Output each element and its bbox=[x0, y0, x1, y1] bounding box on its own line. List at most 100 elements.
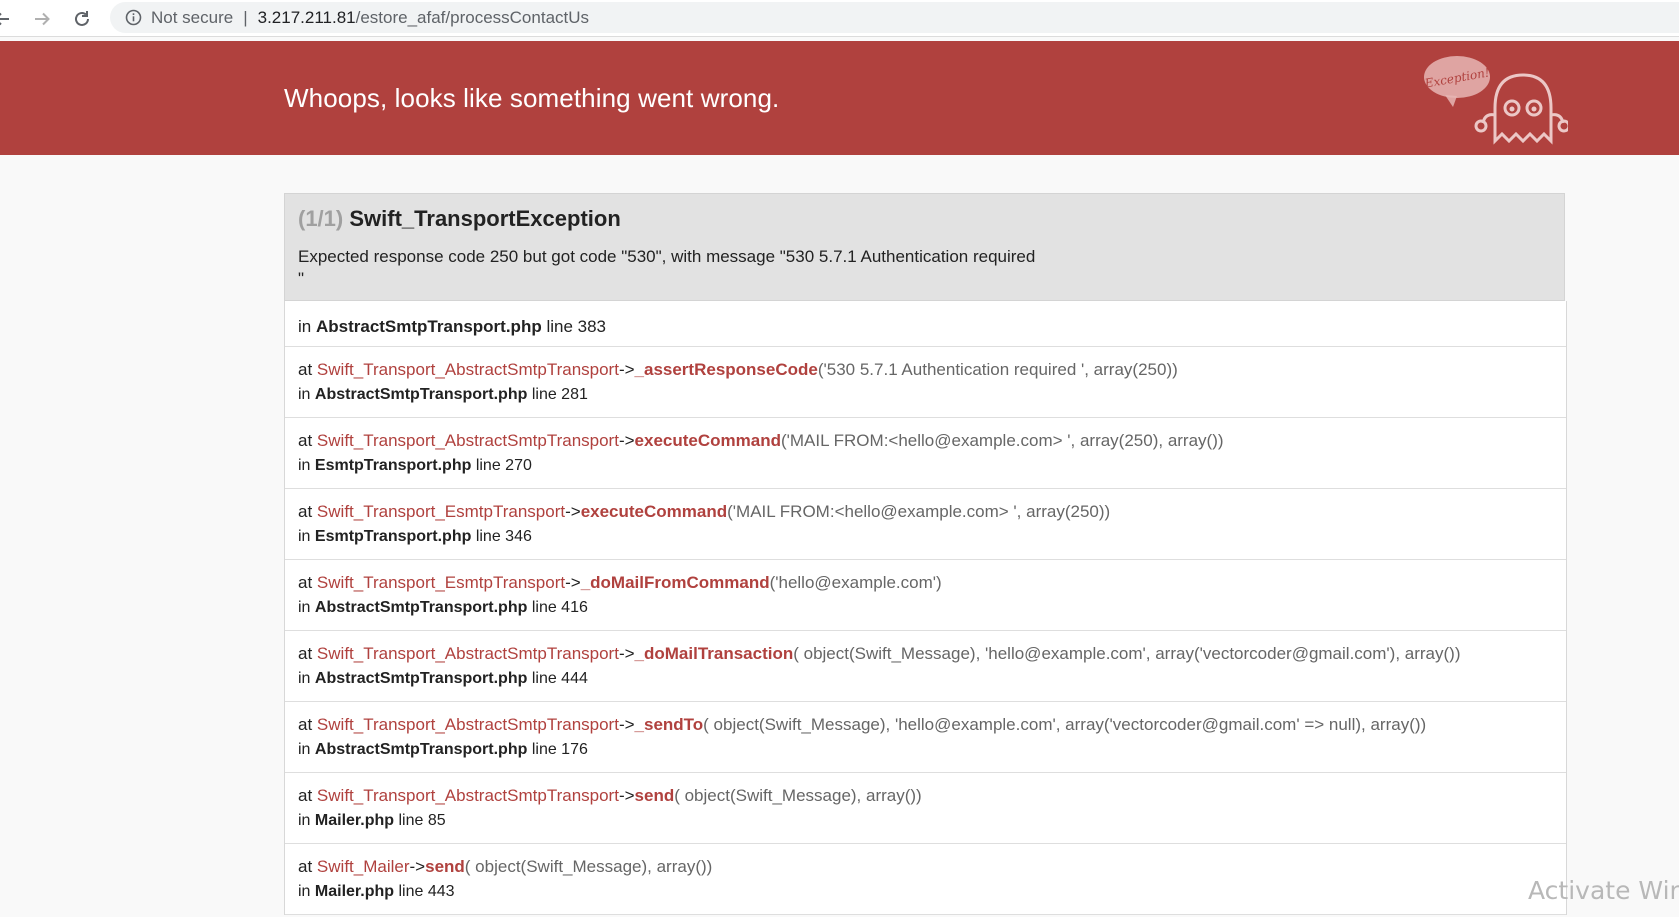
trace-arrow: -> bbox=[565, 502, 581, 521]
trace-location: in Mailer.php line 85 bbox=[298, 809, 1566, 833]
trace-class[interactable]: Swift_Transport_AbstractSmtpTransport bbox=[317, 715, 619, 734]
trace-args: ('hello@example.com') bbox=[769, 573, 942, 592]
trace-location: in AbstractSmtpTransport.php line 281 bbox=[298, 383, 1566, 407]
trace-args: ('MAIL FROM:<hello@example.com> ', array… bbox=[727, 502, 1111, 521]
stack-trace: in AbstractSmtpTransport.php line 383 at… bbox=[284, 301, 1567, 915]
trace-class[interactable]: Swift_Transport_EsmtpTransport bbox=[317, 502, 565, 521]
trace-file[interactable]: AbstractSmtpTransport.php bbox=[315, 741, 527, 758]
exception-ghost-icon: Exception! bbox=[1423, 56, 1568, 145]
trace-method[interactable]: _doMailFromCommand bbox=[581, 573, 770, 592]
trace-call: at Swift_Transport_AbstractSmtpTransport… bbox=[298, 640, 1566, 667]
trace-frame: at Swift_Transport_AbstractSmtpTransport… bbox=[285, 631, 1566, 702]
trace-in-label: in bbox=[298, 317, 312, 336]
trace-file[interactable]: AbstractSmtpTransport.php bbox=[315, 386, 527, 403]
trace-class[interactable]: Swift_Transport_AbstractSmtpTransport bbox=[317, 360, 619, 379]
trace-origin: in AbstractSmtpTransport.php line 383 bbox=[285, 301, 1566, 347]
error-title: Whoops, looks like something went wrong. bbox=[284, 83, 780, 113]
trace-at-label: at bbox=[298, 502, 313, 521]
trace-call: at Swift_Transport_AbstractSmtpTransport… bbox=[298, 356, 1566, 383]
trace-at-label: at bbox=[298, 360, 313, 379]
trace-in-label: in bbox=[298, 812, 311, 829]
trace-file[interactable]: Mailer.php bbox=[315, 812, 394, 829]
trace-file[interactable]: EsmtpTransport.php bbox=[315, 457, 471, 474]
trace-in-label: in bbox=[298, 670, 311, 687]
forward-arrow-icon[interactable] bbox=[28, 5, 56, 33]
address-separator: | bbox=[243, 7, 248, 27]
trace-arrow: -> bbox=[565, 573, 581, 592]
trace-file[interactable]: AbstractSmtpTransport.php bbox=[316, 317, 542, 336]
reload-icon[interactable] bbox=[68, 5, 96, 33]
trace-file[interactable]: AbstractSmtpTransport.php bbox=[315, 599, 527, 616]
trace-method[interactable]: _sendTo bbox=[635, 715, 704, 734]
trace-arrow: -> bbox=[618, 715, 635, 734]
trace-file[interactable]: Mailer.php bbox=[315, 883, 394, 900]
trace-class[interactable]: Swift_Transport_AbstractSmtpTransport bbox=[317, 431, 619, 450]
back-arrow-icon[interactable] bbox=[0, 5, 16, 33]
trace-line: line 443 bbox=[398, 883, 455, 900]
trace-class[interactable]: Swift_Transport_EsmtpTransport bbox=[317, 573, 565, 592]
trace-location: in EsmtpTransport.php line 270 bbox=[298, 454, 1566, 478]
trace-line: line 176 bbox=[531, 741, 588, 758]
trace-location: in AbstractSmtpTransport.php line 176 bbox=[298, 738, 1566, 762]
trace-class[interactable]: Swift_Transport_AbstractSmtpTransport bbox=[317, 644, 619, 663]
trace-in-label: in bbox=[298, 457, 311, 474]
trace-class[interactable]: Swift_Mailer bbox=[317, 857, 410, 876]
trace-line: line 270 bbox=[475, 457, 532, 474]
trace-call: at Swift_Mailer->send( object(Swift_Mess… bbox=[298, 853, 1566, 880]
info-icon[interactable] bbox=[124, 9, 142, 27]
trace-line: line 444 bbox=[531, 670, 588, 687]
trace-frame: at Swift_Transport_AbstractSmtpTransport… bbox=[285, 418, 1566, 489]
exception-count: (1/1) bbox=[298, 206, 344, 231]
trace-at-label: at bbox=[298, 644, 313, 663]
trace-file[interactable]: AbstractSmtpTransport.php bbox=[315, 670, 527, 687]
trace-location: in AbstractSmtpTransport.php line 416 bbox=[298, 596, 1566, 620]
trace-at-label: at bbox=[298, 715, 313, 734]
exception-class: Swift_TransportException bbox=[349, 206, 621, 231]
trace-method[interactable]: _doMailTransaction bbox=[635, 644, 794, 663]
exception-heading: (1/1) Swift_TransportException bbox=[298, 206, 621, 232]
trace-frame: at Swift_Transport_EsmtpTransport->_doMa… bbox=[285, 560, 1566, 631]
trace-location: in EsmtpTransport.php line 346 bbox=[298, 525, 1566, 549]
trace-args: ( object(Swift_Message), array()) bbox=[674, 786, 922, 805]
browser-toolbar: Not secure | 3.217.211.81/estore_afaf/pr… bbox=[0, 0, 1679, 37]
trace-line: line 383 bbox=[546, 317, 607, 336]
trace-line: line 281 bbox=[531, 386, 588, 403]
trace-in-label: in bbox=[298, 528, 311, 545]
trace-in-label: in bbox=[298, 599, 311, 616]
trace-method[interactable]: executeCommand bbox=[635, 431, 781, 450]
trace-args: ( object(Swift_Message), array()) bbox=[464, 857, 713, 876]
trace-arrow: -> bbox=[618, 786, 635, 805]
trace-call: at Swift_Transport_EsmtpTransport->execu… bbox=[298, 498, 1566, 525]
trace-line: line 85 bbox=[398, 812, 446, 829]
trace-arrow: -> bbox=[618, 431, 635, 450]
url-path: /estore_afaf/processContactUs bbox=[355, 7, 590, 27]
trace-args: ('MAIL FROM:<hello@example.com> ', array… bbox=[780, 431, 1224, 450]
trace-at-label: at bbox=[298, 431, 313, 450]
trace-call: at Swift_Transport_AbstractSmtpTransport… bbox=[298, 427, 1566, 454]
trace-line: line 416 bbox=[531, 599, 588, 616]
trace-method[interactable]: send bbox=[635, 786, 675, 805]
security-status[interactable]: Not secure bbox=[151, 8, 233, 28]
address-bar[interactable]: Not secure | 3.217.211.81/estore_afaf/pr… bbox=[110, 2, 1679, 33]
url-host: 3.217.211.81 bbox=[257, 7, 356, 27]
trace-at-label: at bbox=[298, 786, 313, 805]
trace-in-label: in bbox=[298, 883, 311, 900]
trace-method[interactable]: _assertResponseCode bbox=[635, 360, 818, 379]
trace-method[interactable]: executeCommand bbox=[581, 502, 727, 521]
trace-frame: at Swift_Transport_AbstractSmtpTransport… bbox=[285, 773, 1566, 844]
trace-location: in AbstractSmtpTransport.php line 444 bbox=[298, 667, 1566, 691]
exception-summary: (1/1) Swift_TransportException Expected … bbox=[284, 193, 1565, 301]
exception-message: Expected response code 250 but got code … bbox=[298, 247, 1036, 288]
trace-args: ( object(Swift_Message), 'hello@example.… bbox=[793, 644, 1461, 663]
trace-arrow: -> bbox=[618, 360, 635, 379]
trace-file[interactable]: EsmtpTransport.php bbox=[315, 528, 471, 545]
trace-frame: at Swift_Mailer->send( object(Swift_Mess… bbox=[285, 844, 1566, 915]
trace-method[interactable]: send bbox=[425, 857, 465, 876]
trace-at-label: at bbox=[298, 857, 313, 876]
trace-class[interactable]: Swift_Transport_AbstractSmtpTransport bbox=[317, 786, 619, 805]
trace-line: line 346 bbox=[475, 528, 532, 545]
trace-arrow: -> bbox=[618, 644, 635, 663]
trace-call: at Swift_Transport_AbstractSmtpTransport… bbox=[298, 782, 1566, 809]
windows-activation-watermark: Activate Wind bbox=[1528, 876, 1679, 905]
trace-call: at Swift_Transport_EsmtpTransport->_doMa… bbox=[298, 569, 1566, 596]
